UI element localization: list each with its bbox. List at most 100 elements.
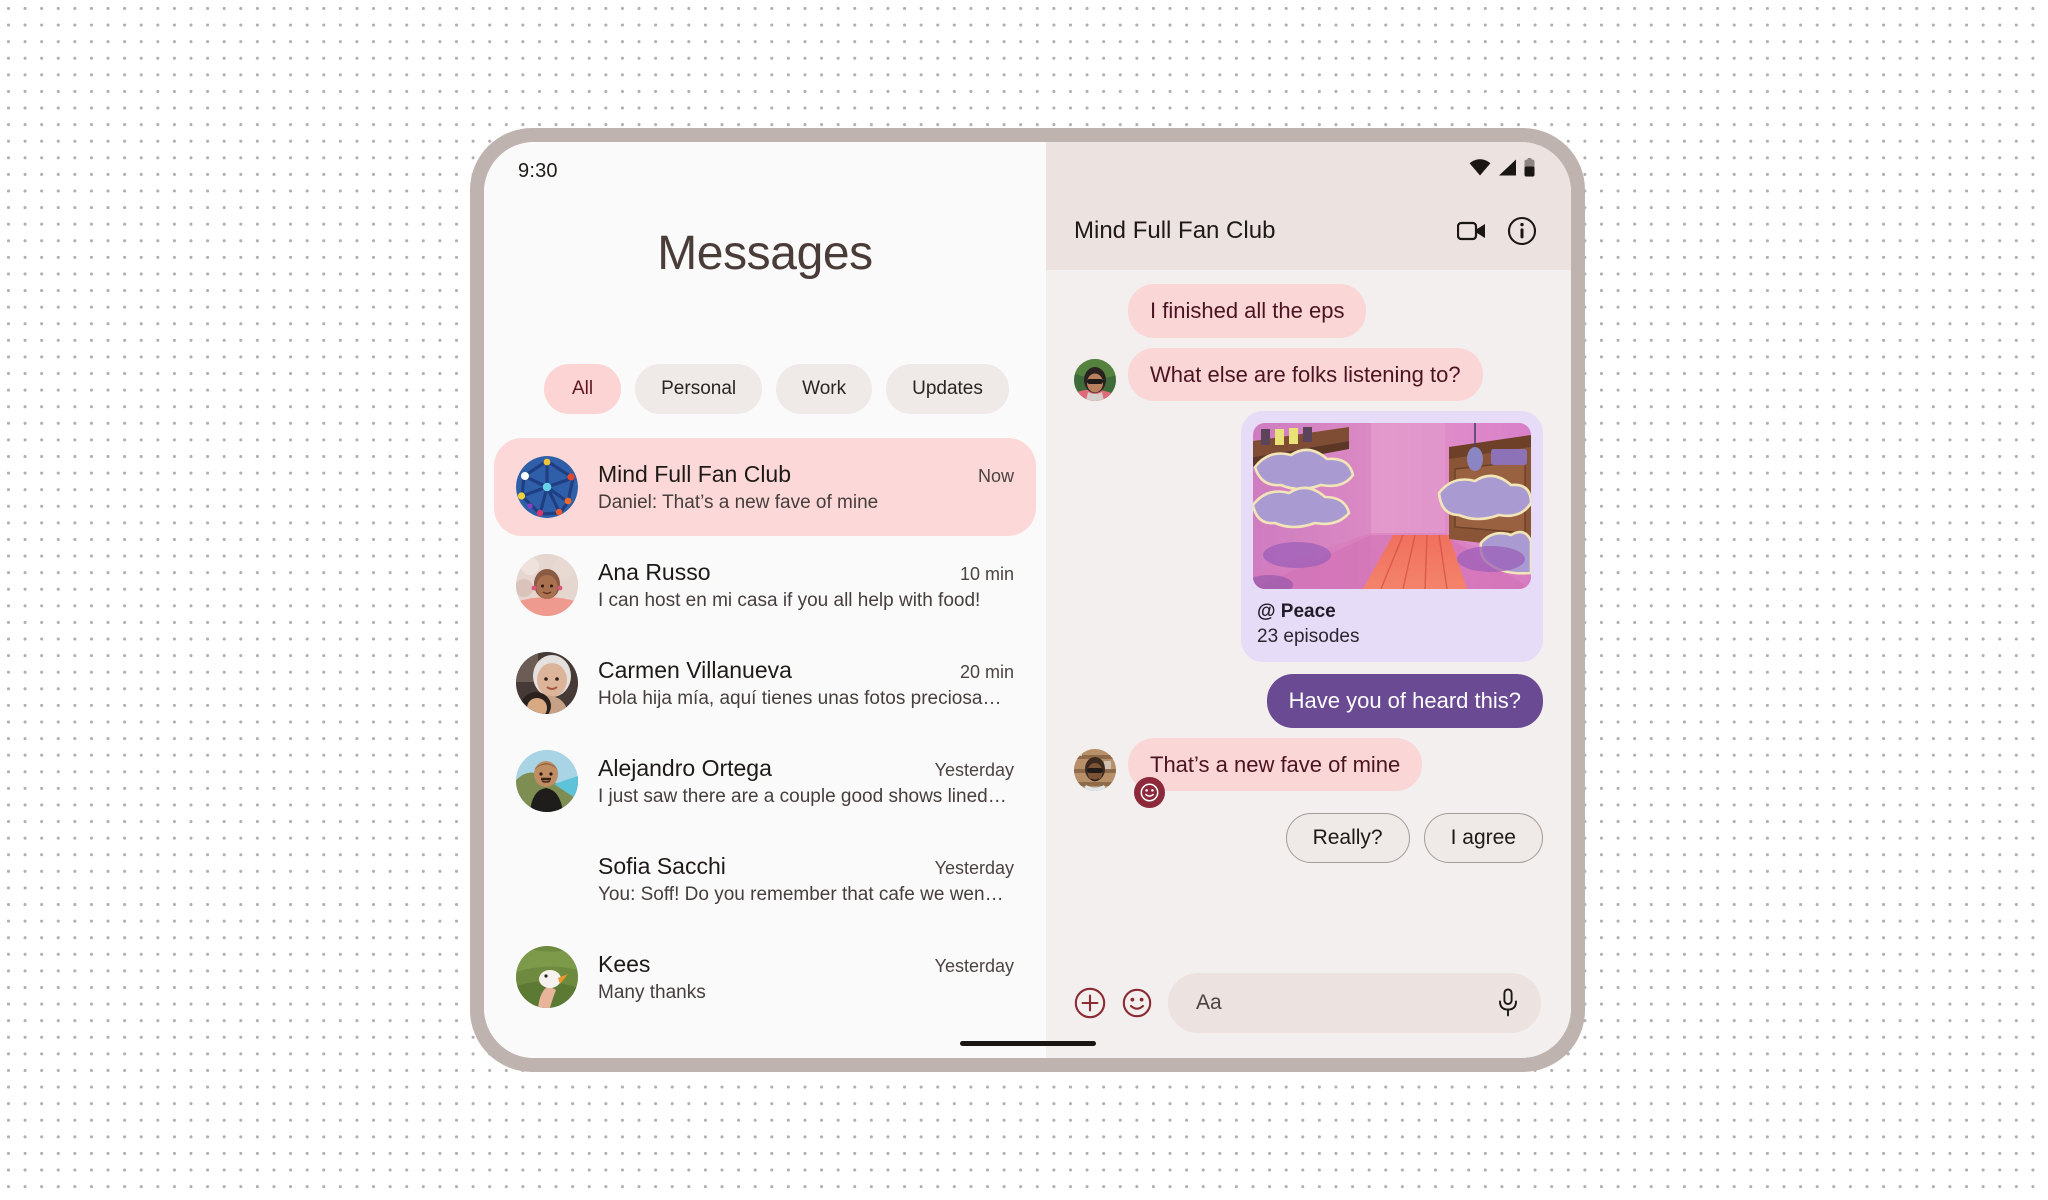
microphone-icon[interactable] <box>1497 988 1519 1018</box>
conversation-timestamp: Yesterday <box>934 857 1014 878</box>
media-card-subtitle: 23 episodes <box>1257 626 1360 647</box>
status-bar-indicators <box>1046 142 1571 192</box>
conversation-row-ana-russo[interactable]: Ana Russo 10 min I can host en mi casa i… <box>494 536 1036 634</box>
chat-bubble-incoming[interactable]: I finished all the eps <box>1128 284 1367 338</box>
avatar-artwork <box>1074 359 1116 401</box>
conversation-header-line: Ana Russo 10 min <box>598 559 1014 586</box>
avatar-artwork <box>516 946 578 1008</box>
avatar-artwork <box>516 652 578 714</box>
info-icon[interactable] <box>1505 214 1539 248</box>
sender-avatar <box>1074 359 1116 401</box>
message-composer: Aa <box>1046 948 1571 1058</box>
conversation-preview: Many thanks <box>598 981 706 1003</box>
message-input-placeholder: Aa <box>1196 991 1222 1014</box>
chat-pane: Mind Full Fan Club I finished all the ep… <box>1046 142 1571 1058</box>
group-avatar-artwork <box>516 456 578 518</box>
sofia-sacchi-avatar <box>516 848 578 910</box>
group-network-avatar <box>516 456 578 518</box>
filter-chip-updates[interactable]: Updates <box>886 364 1009 414</box>
chat-media-card-row: @ Peace 23 episodes <box>1074 411 1543 662</box>
chat-message-list[interactable]: I finished all the eps What else are fol… <box>1046 270 1571 948</box>
filter-chip-work[interactable]: Work <box>776 364 873 414</box>
messages-list-pane: 9:30 Messages All Personal Work Updates <box>484 142 1046 1058</box>
conversation-row-carmen-villanueva[interactable]: Carmen Villanueva 20 min Hola hija mía, … <box>494 634 1036 732</box>
conversation-text-block: Ana Russo 10 min I can host en mi casa i… <box>598 559 1014 612</box>
plus-circle-icon[interactable] <box>1074 987 1106 1019</box>
filter-chip-label: Updates <box>912 378 983 399</box>
conversation-row-sofia-sacchi[interactable]: Sofia Sacchi Yesterday You: Soff! Do you… <box>494 830 1036 928</box>
conversation-preview: I can host en mi casa if you all help wi… <box>598 589 981 611</box>
device-screen: 9:30 Messages All Personal Work Updates <box>484 142 1571 1058</box>
conversation-preview: Hola hija mía, aquí tienes unas fotos pr… <box>598 687 1008 709</box>
conversation-timestamp: 20 min <box>959 661 1014 682</box>
conversation-name: Alejandro Ortega <box>598 754 772 781</box>
chat-bubble-incoming[interactable]: That’s a new fave of mine <box>1128 737 1423 791</box>
filter-chip-group: All Personal Work Updates <box>544 364 1009 414</box>
smiley-reaction-badge[interactable] <box>1134 777 1165 808</box>
conversation-timestamp: 10 min <box>959 563 1014 584</box>
conversation-text-block: Carmen Villanueva 20 min Hola hija mía, … <box>598 657 1014 710</box>
conversation-row-alejandro-ortega[interactable]: Alejandro Ortega Yesterday I just saw th… <box>494 732 1036 830</box>
conversation-text-block: Mind Full Fan Club Now Daniel: That’s a … <box>598 461 1014 514</box>
conversation-header-line: Alejandro Ortega Yesterday <box>598 755 1014 782</box>
conversation-name: Sofia Sacchi <box>598 852 726 879</box>
conversation-header-line: Carmen Villanueva 20 min <box>598 657 1014 684</box>
chat-header: Mind Full Fan Club <box>1046 192 1571 270</box>
conversation-header-line: Mind Full Fan Club Now <box>598 461 1014 488</box>
alejandro-ortega-avatar <box>516 750 578 812</box>
podcast-room-illustration <box>1253 423 1531 589</box>
wifi-icon <box>1469 158 1491 176</box>
suggested-replies: Really? I agree <box>1074 813 1543 863</box>
carmen-villanueva-avatar <box>516 652 578 714</box>
avatar-artwork <box>516 554 578 616</box>
filter-chip-label: Work <box>802 378 847 399</box>
bubble-with-reaction: That’s a new fave of mine <box>1128 737 1423 808</box>
conversation-header-line: Sofia Sacchi Yesterday <box>598 853 1014 880</box>
conversation-name: Kees <box>598 950 651 977</box>
conversation-text-block: Alejandro Ortega Yesterday I just saw th… <box>598 755 1014 808</box>
conversation-row-mind-full-fan-club[interactable]: Mind Full Fan Club Now Daniel: That’s a … <box>494 438 1036 536</box>
filter-chip-label: Personal <box>661 378 737 399</box>
conversation-row-kees[interactable]: Kees Yesterday Many thanks <box>494 928 1036 1026</box>
ana-russo-avatar <box>516 554 578 616</box>
avatar-spacer <box>1074 296 1116 338</box>
chat-message-row: I finished all the eps <box>1074 284 1543 338</box>
chat-title: Mind Full Fan Club <box>1074 217 1276 244</box>
conversation-preview: You: Soff! Do you remember that cafe we … <box>598 883 1008 905</box>
conversation-name: Carmen Villanueva <box>598 656 792 683</box>
sender-avatar <box>1074 749 1116 791</box>
illustration-artwork <box>1253 423 1531 589</box>
conversation-timestamp: Now <box>977 465 1014 486</box>
conversation-text-block: Kees Yesterday Many thanks <box>598 951 1014 1004</box>
podcast-media-card[interactable]: @ Peace 23 episodes <box>1241 411 1543 662</box>
message-input-field[interactable]: Aa <box>1168 973 1541 1033</box>
conversation-list[interactable]: Mind Full Fan Club Now Daniel: That’s a … <box>484 438 1046 1058</box>
filter-chip-all[interactable]: All <box>544 364 622 414</box>
chat-message-row: What else are folks listening to? <box>1074 347 1543 401</box>
battery-icon <box>1524 157 1535 177</box>
chat-bubble-incoming[interactable]: What else are folks listening to? <box>1128 347 1483 401</box>
suggested-reply-really[interactable]: Really? <box>1285 813 1410 863</box>
home-indicator[interactable] <box>959 1041 1096 1046</box>
conversation-header-line: Kees Yesterday <box>598 951 1014 978</box>
video-call-icon[interactable] <box>1455 214 1489 248</box>
filter-chip-personal[interactable]: Personal <box>635 364 763 414</box>
emoji-smiley-icon[interactable] <box>1122 988 1152 1018</box>
conversation-preview: Daniel: That’s a new fave of mine <box>598 491 879 513</box>
kees-avatar <box>516 946 578 1008</box>
conversation-preview: I just saw there are a couple good shows… <box>598 785 1007 807</box>
conversation-name: Mind Full Fan Club <box>598 460 792 487</box>
media-card-title: @ Peace <box>1257 601 1336 622</box>
conversation-text-block: Sofia Sacchi Yesterday You: Soff! Do you… <box>598 853 1014 906</box>
page-background: 9:30 Messages All Personal Work Updates <box>0 0 2048 1200</box>
status-bar-time: 9:30 <box>518 160 558 182</box>
avatar-artwork <box>1074 749 1116 791</box>
suggested-reply-i-agree[interactable]: I agree <box>1423 813 1543 863</box>
conversation-timestamp: Yesterday <box>934 759 1014 780</box>
cellular-signal-icon <box>1498 159 1517 176</box>
chat-message-row: That’s a new fave of mine <box>1074 737 1543 808</box>
conversation-name: Ana Russo <box>598 558 711 585</box>
chat-bubble-outgoing[interactable]: Have you of heard this? <box>1266 674 1543 728</box>
avatar-artwork <box>516 750 578 812</box>
conversation-timestamp: Yesterday <box>934 955 1014 976</box>
